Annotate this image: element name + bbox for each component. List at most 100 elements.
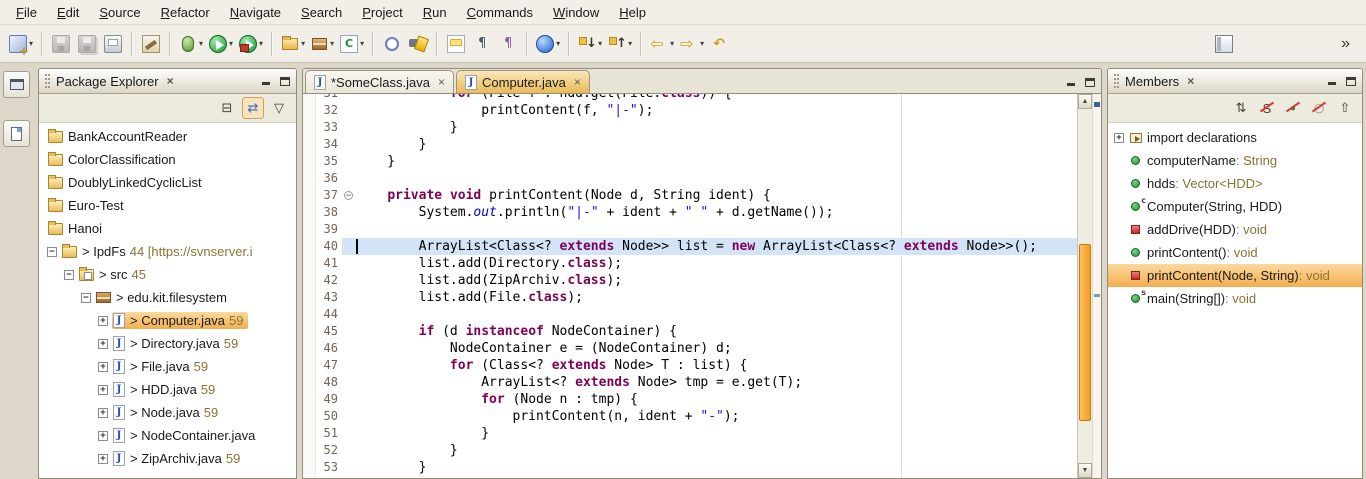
code-line-47[interactable]: 47 for (Class<? extends Node> T : list) … bbox=[316, 357, 1077, 374]
code-line-50[interactable]: 50 printContent(n, ident + "-"); bbox=[316, 408, 1077, 425]
code-line-48[interactable]: 48 ArrayList<? extends Node> tmp = e.get… bbox=[316, 374, 1077, 391]
fold-ruler[interactable] bbox=[342, 170, 356, 187]
tree-item-src[interactable]: −> src45 bbox=[39, 263, 296, 286]
maximize-editor-button[interactable] bbox=[1085, 78, 1095, 87]
view-menu-button[interactable]: ▽ bbox=[268, 97, 290, 119]
fold-ruler[interactable] bbox=[342, 136, 356, 153]
collapse-all-button[interactable]: ⊟ bbox=[216, 97, 238, 119]
line-number[interactable]: 48 bbox=[316, 374, 342, 391]
tree-item-file-java[interactable]: +J> File.java59 bbox=[39, 355, 296, 378]
close-view-icon[interactable]: × bbox=[165, 74, 176, 88]
menu-edit[interactable]: Edit bbox=[47, 2, 89, 23]
expand-toggle-icon[interactable]: + bbox=[98, 431, 108, 441]
fold-ruler[interactable] bbox=[342, 289, 356, 306]
code-line-46[interactable]: 46 NodeContainer e = (NodeContainer) d; bbox=[316, 340, 1077, 357]
fold-ruler[interactable] bbox=[342, 272, 356, 289]
fold-ruler[interactable] bbox=[342, 238, 356, 255]
restore-views-button[interactable] bbox=[3, 71, 30, 98]
format-paragraph-button[interactable] bbox=[495, 30, 521, 58]
line-number[interactable]: 49 bbox=[316, 391, 342, 408]
fold-ruler[interactable] bbox=[342, 204, 356, 221]
menu-window[interactable]: Window bbox=[543, 2, 609, 23]
line-number[interactable]: 31 bbox=[316, 94, 342, 102]
code-line-35[interactable]: 35 } bbox=[316, 153, 1077, 170]
dropdown-arrow-icon[interactable]: ▾ bbox=[556, 39, 560, 48]
toolbar-overflow-chevron[interactable]: » bbox=[1337, 35, 1354, 53]
new-class-button[interactable]: ▾ bbox=[337, 30, 367, 58]
fold-ruler[interactable] bbox=[342, 459, 356, 476]
minimized-view-button[interactable] bbox=[3, 120, 30, 147]
members-view-tab[interactable]: Members bbox=[1125, 74, 1179, 89]
line-number[interactable]: 41 bbox=[316, 255, 342, 272]
menu-commands[interactable]: Commands bbox=[457, 2, 543, 23]
line-number[interactable]: 37 bbox=[316, 187, 342, 204]
code-line-44[interactable]: 44 bbox=[316, 306, 1077, 323]
hide-fields-button[interactable]: ● bbox=[1282, 97, 1304, 119]
expand-toggle-icon[interactable]: + bbox=[98, 316, 108, 326]
minimize-view-button[interactable] bbox=[1327, 76, 1337, 86]
scrollbar-track[interactable] bbox=[1078, 109, 1092, 463]
editor-tab-someclass-java[interactable]: J*SomeClass.java× bbox=[305, 70, 454, 93]
expand-toggle-icon[interactable]: + bbox=[1114, 133, 1124, 143]
overview-annotation-mark[interactable] bbox=[1094, 102, 1100, 107]
expand-toggle-icon[interactable]: + bbox=[98, 454, 108, 464]
tree-item-doublylinkedcycliclist[interactable]: DoublyLinkedCyclicList bbox=[39, 171, 296, 194]
hide-static-members-button[interactable]: S bbox=[1256, 97, 1278, 119]
line-number[interactable]: 45 bbox=[316, 323, 342, 340]
close-view-icon[interactable]: × bbox=[1185, 74, 1196, 88]
scroll-down-button[interactable]: ▼ bbox=[1078, 463, 1092, 478]
close-tab-icon[interactable]: × bbox=[574, 75, 581, 89]
line-number[interactable]: 47 bbox=[316, 357, 342, 374]
tree-item-directory-java[interactable]: +J> Directory.java59 bbox=[39, 332, 296, 355]
line-number[interactable]: 52 bbox=[316, 442, 342, 459]
code-editor[interactable]: 31 for (File f : hdd.get(File.class)) {3… bbox=[316, 94, 1077, 478]
editor-vertical-scrollbar[interactable]: ▲ ▼ bbox=[1077, 94, 1092, 478]
fold-ruler[interactable] bbox=[342, 306, 356, 323]
fold-ruler[interactable] bbox=[342, 323, 356, 340]
fold-ruler[interactable] bbox=[342, 391, 356, 408]
member-item-computername[interactable]: computerName : String bbox=[1108, 149, 1362, 172]
overview-cursor-mark[interactable] bbox=[1094, 294, 1100, 297]
member-item-hdds[interactable]: hdds : Vector<HDD> bbox=[1108, 172, 1362, 195]
line-number[interactable]: 33 bbox=[316, 119, 342, 136]
line-number[interactable]: 32 bbox=[316, 102, 342, 119]
tree-item-edu-kit-filesystem[interactable]: −> edu.kit.filesystem bbox=[39, 286, 296, 309]
expand-toggle-icon[interactable]: + bbox=[98, 385, 108, 395]
package-explorer-view-tab[interactable]: Package Explorer bbox=[56, 74, 159, 89]
fold-ruler[interactable]: − bbox=[342, 187, 356, 204]
fold-ruler[interactable] bbox=[342, 255, 356, 272]
line-number[interactable]: 46 bbox=[316, 340, 342, 357]
line-number[interactable]: 50 bbox=[316, 408, 342, 425]
fold-ruler[interactable] bbox=[342, 94, 356, 102]
expand-toggle-icon[interactable]: + bbox=[98, 339, 108, 349]
fold-ruler[interactable] bbox=[342, 357, 356, 374]
overview-ruler[interactable] bbox=[1092, 94, 1101, 478]
debug-button[interactable]: ▾ bbox=[176, 30, 206, 58]
tree-item-hdd-java[interactable]: +J> HDD.java59 bbox=[39, 378, 296, 401]
code-line-52[interactable]: 52 } bbox=[316, 442, 1077, 459]
fold-ruler[interactable] bbox=[342, 374, 356, 391]
annotation-ruler[interactable] bbox=[303, 94, 316, 478]
new-java-project-button[interactable]: ▾ bbox=[278, 30, 308, 58]
link-with-editor-button[interactable]: ⇄ bbox=[242, 97, 264, 119]
code-line-32[interactable]: 32 printContent(f, "|-"); bbox=[316, 102, 1077, 119]
dropdown-arrow-icon[interactable]: ▾ bbox=[330, 39, 334, 48]
collapse-toggle-icon[interactable]: − bbox=[64, 270, 74, 280]
menu-run[interactable]: Run bbox=[413, 2, 457, 23]
member-item-printcontent-node-string[interactable]: printContent(Node, String) : void bbox=[1108, 264, 1362, 287]
code-line-31[interactable]: 31 for (File f : hdd.get(File.class)) { bbox=[316, 94, 1077, 102]
print-button[interactable] bbox=[100, 30, 126, 58]
dropdown-arrow-icon[interactable]: ▾ bbox=[301, 39, 305, 48]
member-item-computer-string-hdd[interactable]: cComputer(String, HDD) bbox=[1108, 195, 1362, 218]
code-line-49[interactable]: 49 for (Node n : tmp) { bbox=[316, 391, 1077, 408]
code-line-42[interactable]: 42 list.add(ZipArchiv.class); bbox=[316, 272, 1077, 289]
line-number[interactable]: 39 bbox=[316, 221, 342, 238]
collapse-toggle-icon[interactable]: − bbox=[81, 293, 91, 303]
fold-ruler[interactable] bbox=[342, 425, 356, 442]
collapse-toggle-icon[interactable]: − bbox=[47, 247, 57, 257]
tree-item-colorclassification[interactable]: ColorClassification bbox=[39, 148, 296, 171]
hide-non-public-members-button[interactable]: ◯ bbox=[1308, 97, 1330, 119]
maximize-view-button[interactable] bbox=[1346, 77, 1356, 86]
show-inherited-members-button[interactable]: ⇧ bbox=[1334, 97, 1356, 119]
fold-ruler[interactable] bbox=[342, 442, 356, 459]
